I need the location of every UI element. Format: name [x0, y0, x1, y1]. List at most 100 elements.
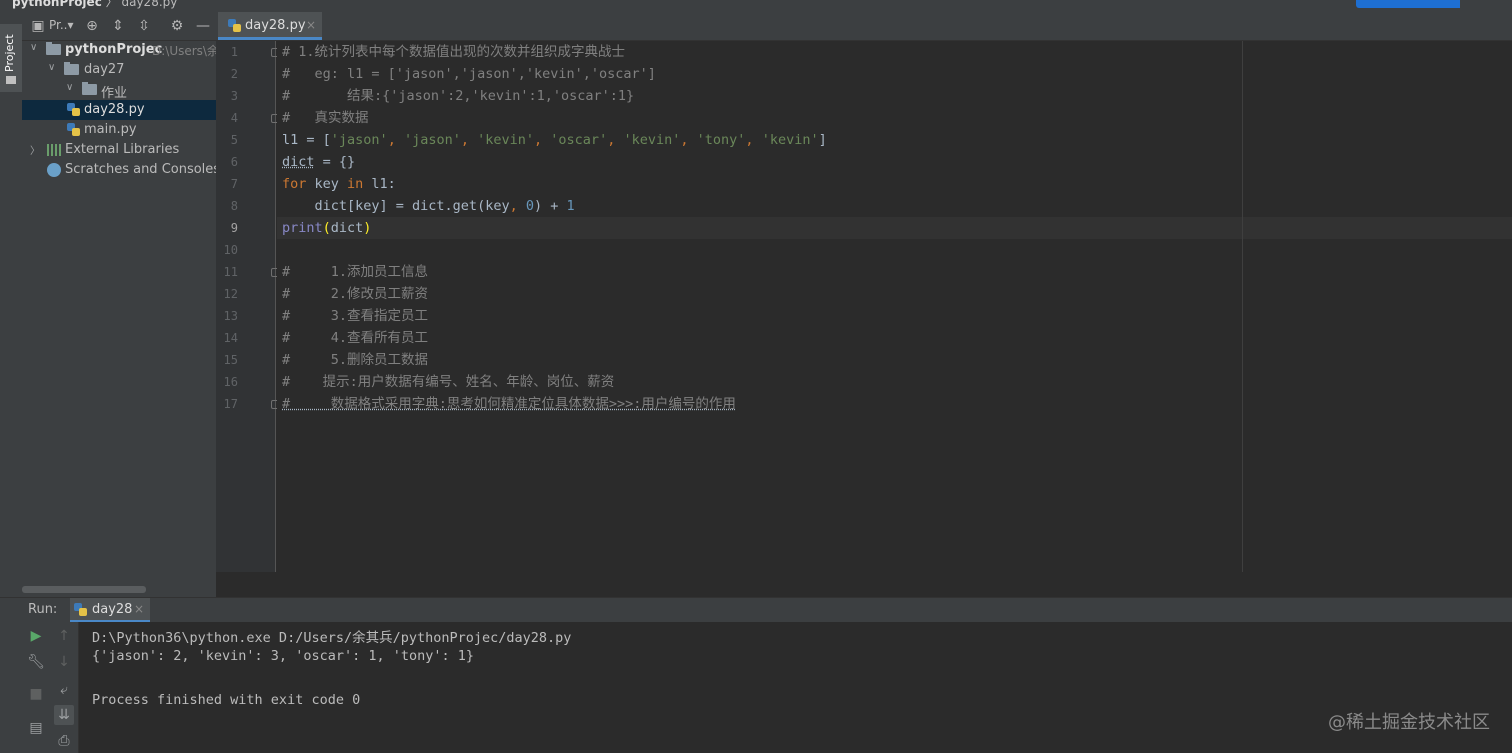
python-file-icon: [67, 103, 80, 117]
code-line-7: for key in l1:: [282, 173, 396, 195]
code-token: ,: [534, 132, 551, 148]
line-number: 11: [223, 265, 238, 279]
run-toolbar: ▶ ↑ 🔧︎ ↓ ■ ⤶ ⇊ ▤ ⎙: [22, 622, 79, 753]
project-view-selector[interactable]: Pr..▾: [49, 18, 74, 32]
code-token: l1:: [363, 176, 396, 192]
current-line-highlight: [277, 217, 1512, 239]
tree-item-path-hint: D:\Users\余: [152, 44, 219, 58]
code-line-2: # eg: l1 = ['jason','jason','kevin','osc…: [282, 66, 656, 82]
code-line-13: # 3.查看指定员工: [282, 308, 429, 324]
code-token: 'jason': [330, 132, 388, 148]
code-token: dict[key] = dict.get(key: [282, 198, 510, 214]
python-file-icon: [228, 19, 241, 33]
run-tab-label: day28: [92, 602, 133, 617]
folder-icon: [46, 42, 61, 55]
code-token: ,: [460, 132, 478, 148]
tree-item-project-root[interactable]: ∨ pythonProjec D:\Users\余: [22, 40, 219, 60]
code-editor[interactable]: # 1.统计列表中每个数据值出现的次数并组织成字典战士 # eg: l1 = […: [277, 41, 1512, 572]
tree-item-day28-py[interactable]: day28.py: [22, 100, 216, 120]
project-tool-tab[interactable]: Project: [0, 24, 22, 92]
tree-item-scratches[interactable]: Scratches and Consoles: [22, 160, 220, 180]
code-line-5: l1 = ['jason', 'jason', 'kevin', 'oscar'…: [282, 129, 827, 151]
chevron-down-icon[interactable]: ∨: [66, 82, 73, 93]
hide-panel-icon[interactable]: —: [195, 18, 211, 34]
arrow-up-icon[interactable]: ↑: [54, 626, 74, 646]
tab-day28-py[interactable]: day28.py ×: [218, 12, 322, 40]
expand-all-icon[interactable]: ⇕: [110, 18, 126, 34]
code-line-4: # 真实数据: [282, 110, 369, 126]
code-line-9: print(dict): [282, 217, 371, 239]
code-line-8: dict[key] = dict.get(key, 0) + 1: [282, 195, 575, 217]
folder-icon: [6, 76, 16, 84]
tree-item-day27[interactable]: ∨ day27: [22, 60, 216, 80]
line-number: 12: [223, 287, 238, 301]
gear-icon[interactable]: ⚙: [169, 18, 185, 34]
run-console[interactable]: D:\Python36\python.exe D:/Users/余其兵/pyth…: [79, 622, 1512, 753]
rerun-icon[interactable]: ▶: [26, 626, 46, 646]
line-number: 16: [223, 375, 238, 389]
code-token: ,: [745, 132, 762, 148]
code-line-14: # 4.查看所有员工: [282, 330, 429, 346]
code-token: in: [347, 176, 364, 192]
code-token: dict: [330, 220, 364, 236]
python-file-icon: [74, 603, 87, 617]
tree-item-main-py[interactable]: main.py: [22, 120, 216, 140]
line-number-current: 9: [230, 221, 238, 235]
tree-item-label: Scratches and Consoles: [65, 162, 221, 177]
line-number: 8: [230, 199, 238, 213]
chevron-right-icon[interactable]: 〉: [30, 142, 40, 157]
breadcrumb-project[interactable]: pythonProjec: [12, 0, 102, 9]
code-line-1: # 1.统计列表中每个数据值出现的次数并组织成字典战士: [282, 44, 626, 60]
close-icon[interactable]: ×: [134, 602, 144, 616]
breadcrumb-file[interactable]: day28.py: [121, 0, 177, 9]
code-token: ,: [387, 132, 404, 148]
editor-tab-bar: day28.py ×: [216, 12, 1512, 41]
title-bar: pythonProjec 〉 day28.py: [0, 0, 1512, 12]
code-token: ,: [607, 132, 624, 148]
project-view-icon[interactable]: ▣: [30, 18, 46, 34]
line-number: 4: [230, 111, 238, 125]
folder-icon: [82, 82, 97, 95]
tree-item-external-libraries[interactable]: 〉 External Libraries: [22, 140, 216, 160]
line-number: 15: [223, 353, 238, 367]
wrench-icon[interactable]: 🔧︎: [26, 652, 46, 672]
print-icon[interactable]: ⎙: [54, 731, 74, 751]
code-line-16: # 提示:用户数据有编号、姓名、年龄、岗位、薪资: [282, 374, 615, 390]
chevron-down-icon[interactable]: ∨: [48, 62, 55, 73]
soft-wrap-icon[interactable]: ⤶: [54, 680, 74, 700]
run-panel-header: Run: day28 ×: [0, 597, 1512, 623]
tree-item-label: day27: [84, 62, 125, 77]
line-number: 3: [230, 89, 238, 103]
code-token: 'kevin': [477, 132, 535, 148]
code-token: for: [282, 176, 307, 192]
line-number: 17: [223, 397, 238, 411]
line-number: 6: [230, 155, 238, 169]
library-icon: [47, 144, 61, 156]
close-icon[interactable]: ×: [306, 18, 316, 32]
locate-icon[interactable]: ⊕: [84, 18, 100, 34]
scroll-to-end-icon[interactable]: ⇊: [54, 705, 74, 725]
project-toolbar: ▣ Pr..▾ ⊕ ⇕ ⇳ ⚙ —: [22, 12, 216, 41]
stop-icon[interactable]: ■: [26, 684, 46, 704]
arrow-down-icon[interactable]: ↓: [54, 652, 74, 672]
folder-icon: [64, 62, 79, 75]
collapse-all-icon[interactable]: ⇳: [136, 18, 152, 34]
tab-run-day28[interactable]: day28 ×: [70, 598, 150, 623]
console-line-output: {'jason': 2, 'kevin': 3, 'oscar': 1, 'to…: [92, 648, 475, 664]
line-number: 13: [223, 309, 238, 323]
code-token: ]: [818, 132, 827, 148]
editor-gutter: 1 2 3 4 5 6 7 8 9 10 11 12 13 14 15 16 1…: [216, 41, 280, 572]
run-config-dropdown[interactable]: [1460, 0, 1500, 8]
layout-icon[interactable]: ▤: [26, 718, 46, 738]
horizontal-scrollbar[interactable]: [22, 586, 146, 593]
tree-item-label: main.py: [84, 122, 137, 137]
code-token: ,: [680, 132, 697, 148]
code-token: ,: [509, 198, 526, 214]
tree-item-label: pythonProjec: [65, 42, 163, 57]
code-line-11: # 1.添加员工信息: [282, 264, 429, 280]
code-line-12: # 2.修改员工薪资: [282, 286, 429, 302]
tree-item-homework[interactable]: ∨ 作业: [22, 80, 216, 101]
left-tool-stripe-bottom: [0, 622, 22, 753]
chevron-down-icon[interactable]: ∨: [30, 42, 37, 53]
editor-bottom-area: [216, 572, 1512, 597]
